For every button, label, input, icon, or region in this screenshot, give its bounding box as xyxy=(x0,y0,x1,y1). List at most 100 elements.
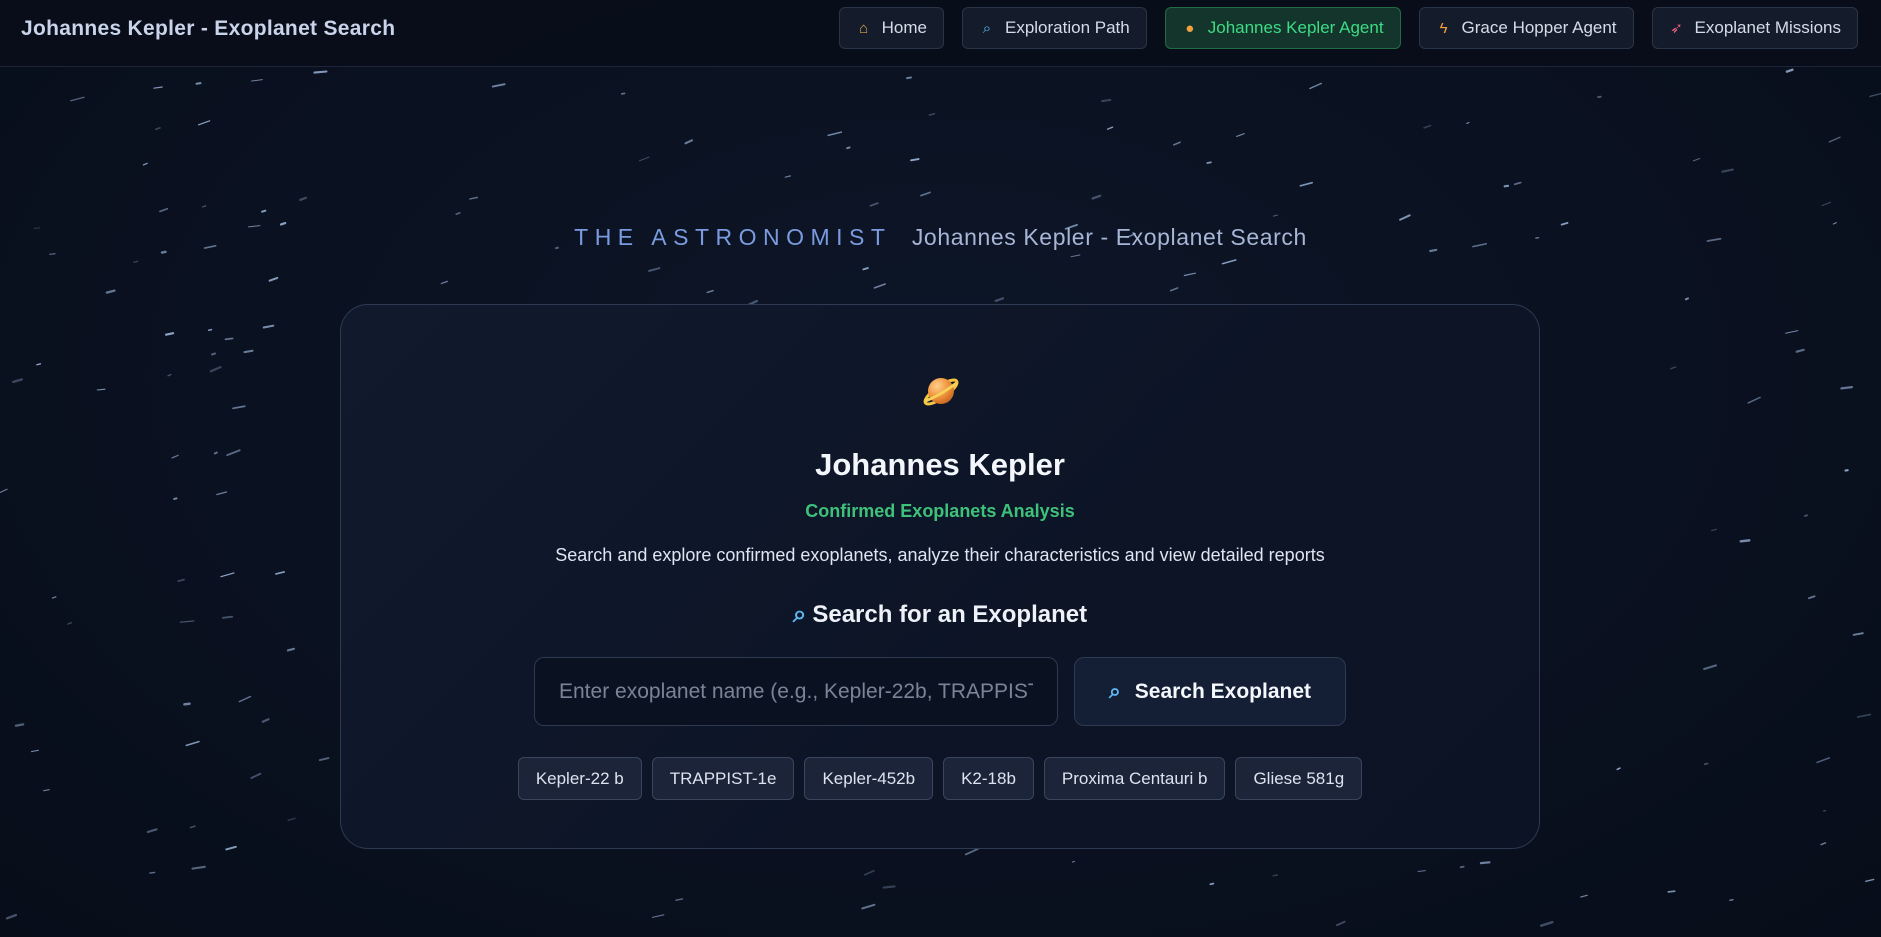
search-heading-label: Search for an Exoplanet xyxy=(812,601,1088,628)
suggestion-chip[interactable]: Gliese 581g xyxy=(1235,757,1363,800)
star xyxy=(268,276,279,282)
nav-home-button[interactable]: ⌂ Home xyxy=(838,7,944,49)
suggestion-chip[interactable]: Kepler-452b xyxy=(804,757,934,800)
page-headline: THE ASTRONOMIST Johannes Kepler - Exopla… xyxy=(0,224,1881,251)
star xyxy=(67,622,72,625)
star xyxy=(1309,82,1323,90)
star xyxy=(1423,124,1432,129)
star xyxy=(226,449,241,457)
star xyxy=(1670,366,1677,370)
star xyxy=(159,207,169,213)
star xyxy=(232,405,246,410)
suggestion-chip[interactable]: TRAPPIST-1e xyxy=(651,757,795,800)
star xyxy=(994,297,1005,303)
star xyxy=(11,378,24,384)
star xyxy=(164,332,175,336)
top-navigation-bar: Johannes Kepler - Exoplanet Search ⌂ Hom… xyxy=(0,0,1881,67)
star xyxy=(706,289,714,294)
nav-johannes-kepler-agent-button[interactable]: ● Johannes Kepler Agent xyxy=(1164,7,1401,49)
star xyxy=(1070,254,1081,258)
star xyxy=(133,260,139,264)
star xyxy=(1840,386,1854,390)
nav-grace-hopper-agent-label: Grace Hopper Agent xyxy=(1461,18,1617,37)
star xyxy=(675,898,684,901)
nav-exploration-path-button[interactable]: ⌕ Exploration Path xyxy=(961,7,1147,49)
star xyxy=(1466,122,1470,124)
star xyxy=(1828,136,1841,143)
star xyxy=(49,253,56,255)
suggestion-chip[interactable]: K2-18b xyxy=(943,757,1034,800)
star xyxy=(1739,539,1751,543)
star xyxy=(1209,882,1215,886)
card-subtitle: Confirmed Exoplanets Analysis xyxy=(805,501,1075,521)
star xyxy=(287,817,296,822)
star xyxy=(51,596,57,599)
nav-home-label: Home xyxy=(881,18,927,37)
star xyxy=(202,205,207,208)
star xyxy=(1206,161,1212,164)
card-description: Search and explore confirmed exoplanets,… xyxy=(555,545,1325,565)
suggestion-chip[interactable]: Proxima Centauri b xyxy=(1043,757,1226,800)
star xyxy=(207,328,213,332)
star xyxy=(1747,396,1761,404)
star xyxy=(167,373,172,377)
star xyxy=(1580,894,1588,898)
star xyxy=(36,363,42,366)
star xyxy=(14,723,25,727)
star xyxy=(1106,126,1114,130)
star xyxy=(1821,201,1832,207)
nav-johannes-kepler-agent-label: Johannes Kepler Agent xyxy=(1207,18,1384,37)
star xyxy=(149,871,156,874)
star xyxy=(469,196,478,200)
star xyxy=(1703,664,1718,671)
star xyxy=(861,903,876,910)
star xyxy=(455,211,461,216)
star xyxy=(185,740,200,747)
star xyxy=(216,491,228,496)
search-heading: ⌕ Search for an Exoplanet xyxy=(341,601,1539,629)
star xyxy=(96,388,106,391)
nav-menu: ⌂ Home ⌕ Exploration Path ● Johannes Kep… xyxy=(838,7,1858,49)
star xyxy=(862,267,869,271)
star xyxy=(846,146,851,150)
app-title: Johannes Kepler - Exoplanet Search xyxy=(21,17,396,40)
star xyxy=(648,267,661,272)
star xyxy=(1710,528,1717,532)
star xyxy=(882,885,896,889)
star xyxy=(1684,297,1689,301)
nav-exoplanet-missions-label: Exoplanet Missions xyxy=(1694,18,1841,37)
star xyxy=(1865,878,1875,882)
star xyxy=(189,825,196,829)
star xyxy=(221,615,234,619)
nav-exoplanet-missions-button[interactable]: ➶ Exoplanet Missions xyxy=(1651,7,1858,49)
nav-grace-hopper-agent-button[interactable]: ϟ Grace Hopper Agent xyxy=(1418,7,1634,49)
headline-kicker: THE ASTRONOMIST xyxy=(574,224,892,250)
star xyxy=(261,718,270,723)
star xyxy=(1785,68,1794,73)
star xyxy=(1272,214,1279,217)
rocket-icon: ➶ xyxy=(1670,20,1683,37)
star xyxy=(153,86,163,89)
search-icon: ⌕ xyxy=(1109,679,1121,703)
star xyxy=(0,488,8,493)
star xyxy=(243,349,254,354)
star xyxy=(250,772,262,779)
star xyxy=(224,337,234,341)
planet-icon: ● xyxy=(1185,19,1195,37)
search-exoplanet-button[interactable]: ⌕ Search Exoplanet xyxy=(1074,657,1346,726)
star xyxy=(1869,92,1881,98)
star xyxy=(1785,330,1799,334)
star xyxy=(275,571,285,575)
star xyxy=(197,120,211,126)
star xyxy=(1172,141,1181,146)
lightning-icon: ϟ xyxy=(1439,19,1448,37)
suggestion-chip[interactable]: Kepler-22 b xyxy=(517,757,642,800)
star xyxy=(262,324,275,329)
star xyxy=(1703,762,1709,766)
exoplanet-search-input[interactable] xyxy=(534,657,1058,726)
star xyxy=(1803,514,1809,517)
star xyxy=(105,289,116,294)
star xyxy=(209,366,222,373)
star xyxy=(1795,348,1805,353)
star xyxy=(920,191,931,197)
